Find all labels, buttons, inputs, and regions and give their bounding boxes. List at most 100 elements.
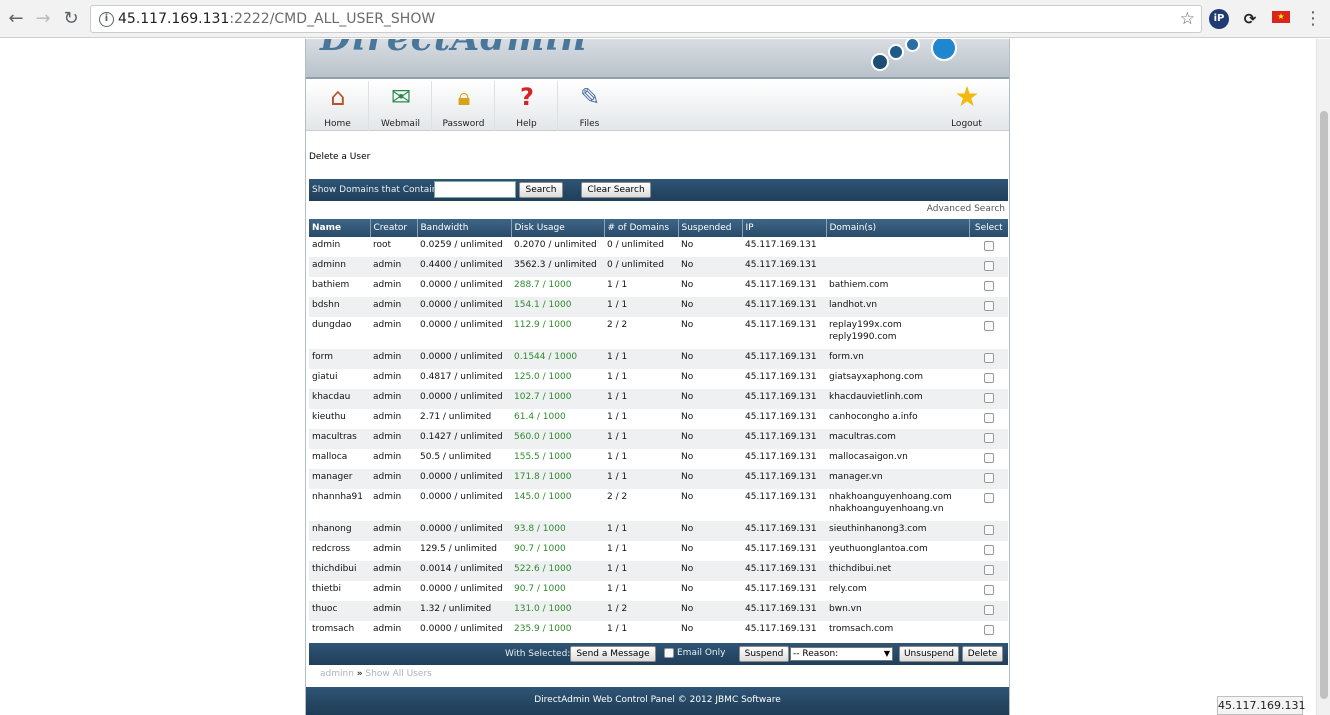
column-header-name[interactable]: Name [309,219,371,237]
cell-name: bathiem [312,280,350,290]
cell-ip: 45.117.169.131 [742,521,826,541]
row-select-checkbox[interactable] [983,493,994,503]
page-viewport: DirectAdmin ⌂ Home ✉ Webmail 🔒︎ Password… [0,39,1316,715]
row-select-checkbox[interactable] [983,353,994,363]
breadcrumb-show-all-users[interactable]: Show All Users [365,669,431,679]
cell-select [969,449,1008,469]
row-select-checkbox[interactable] [983,433,994,443]
cell-ip: 45.117.169.131 [745,372,817,382]
table-row: dungdao admin 0.0000 / unlimited 112.9 / 10… [309,317,1008,349]
row-select-checkbox[interactable] [983,585,994,595]
help-icon: ? [520,83,534,111]
with-selected-label: With Selected: [505,649,571,659]
toolbar-home[interactable]: ⌂ Home [306,81,369,131]
breadcrumb-separator: » [356,669,363,679]
row-select-checkbox[interactable] [983,625,994,635]
advanced-search-link[interactable]: Advanced Search [927,204,1005,214]
cell-ip: 45.117.169.131 [745,544,817,554]
cell-domains: macultras.com [826,429,969,449]
cell-domains-count: 1 / 2 [604,601,678,621]
delete-button[interactable]: Delete [962,646,1003,662]
menu-icon[interactable]: ⋮ [1302,8,1324,30]
row-select-checkbox[interactable] [983,473,994,483]
row-select-checkbox[interactable] [983,321,994,331]
cell-suspended: No [681,280,694,290]
row-select-checkbox[interactable] [983,545,994,555]
column-header-disk-usage[interactable]: Disk Usage [511,219,605,237]
domain-name: landhot.vn [829,300,878,310]
row-select-checkbox[interactable] [983,373,994,383]
url-path: :2222/CMD_ALL_USER_SHOW [229,11,436,27]
info-icon[interactable]: i [99,12,114,27]
row-select-checkbox[interactable] [983,525,994,535]
cell-domains: bwn.vn [826,601,969,621]
cell-domains-count: 2 / 2 [607,492,628,502]
table-row: khacdau admin 0.0000 / unlimited 102.7 / 10… [309,389,1008,409]
scrollbar-thumb[interactable] [1320,111,1328,699]
cell-suspended: No [681,412,694,422]
send-message-button[interactable]: Send a Message [570,646,656,662]
cell-select [969,369,1008,389]
sync-extension-icon[interactable]: ⟳ [1240,9,1260,29]
email-only-checkbox[interactable] [664,648,674,658]
cell-ip: 45.117.169.131 [745,412,817,422]
address-bar[interactable]: i 45.117.169.131:2222/CMD_ALL_USER_SHOW … [90,5,1202,33]
toolbar-help[interactable]: ? Help [495,81,558,131]
logo-bubble-icon [871,53,889,71]
row-select-checkbox[interactable] [983,453,994,463]
row-select-checkbox[interactable] [983,605,994,615]
row-select-checkbox[interactable] [983,393,994,403]
vietnam-flag-icon[interactable]: ★ [1272,11,1290,23]
url-text[interactable]: 45.117.169.131:2222/CMD_ALL_USER_SHOW [118,11,435,27]
unsuspend-button[interactable]: Unsuspend [899,646,959,662]
domain-name: khacdauvietlinh.com [829,392,923,402]
cell-domains: sieuthinhanong3.com [826,521,969,541]
row-select-checkbox[interactable] [983,565,994,575]
row-select-checkbox[interactable] [983,413,994,423]
suspend-button[interactable]: Suspend [739,646,789,662]
search-input[interactable] [434,181,516,198]
toolbar-logout[interactable]: ★ Logout [935,81,998,131]
home-icon: ⌂ [330,83,346,111]
column-header-creator[interactable]: Creator [370,219,418,237]
cell-domains: tromsach.com [826,621,969,641]
search-button[interactable]: Search [519,182,563,198]
cell-select [969,541,1008,561]
row-select-checkbox[interactable] [983,241,994,251]
clear-search-button[interactable]: Clear Search [581,182,651,198]
bookmark-star-icon[interactable]: ☆ [1180,9,1195,29]
back-arrow-icon[interactable]: ← [5,8,27,30]
cell-suspended: No [678,561,742,581]
cell-name: form [309,349,370,369]
row-select-checkbox[interactable] [983,301,994,311]
table-row: admin root 0.0259 / unlimited 0.2070 / unli… [309,237,1008,257]
reload-icon[interactable]: ↻ [60,8,82,30]
cell-suspended: No [678,429,742,449]
reason-select[interactable]: -- Reason: ▼ [790,647,893,661]
column-header-domains[interactable]: Domain(s) [826,219,970,237]
toolbar-help-label: Help [516,119,537,129]
ip-extension-icon[interactable]: iP [1209,9,1229,29]
column-header-ip[interactable]: IP [742,219,827,237]
vertical-scrollbar[interactable] [1316,39,1330,715]
cell-suspended: No [681,372,694,382]
cell-disk: 0.1544 / 1000 [511,349,604,369]
cell-bandwidth: 0.4400 / unlimited [417,257,511,277]
column-header-bandwidth[interactable]: Bandwidth [417,219,512,237]
toolbar-files[interactable]: ✎ Files [558,81,621,131]
toolbar-password[interactable]: 🔒︎ Password [432,81,495,131]
cell-domains-count: 1 / 1 [607,544,628,554]
row-select-checkbox[interactable] [983,281,994,291]
cell-creator: admin [370,601,417,621]
forward-arrow-icon[interactable]: → [32,8,54,30]
cell-name: malloca [312,452,348,462]
breadcrumb-user[interactable]: adminn [320,669,354,679]
cell-name: manager [309,469,370,489]
column-header-domain-count[interactable]: # of Domains [604,219,679,237]
toolbar-webmail[interactable]: ✉ Webmail [369,81,432,131]
table-row: thuoc admin 1.32 / unlimited 131.0 / 1000 1 … [309,601,1008,621]
status-ip-badge: 45.117.169.131 [1217,696,1305,715]
row-select-checkbox[interactable] [983,261,994,271]
cell-ip: 45.117.169.131 [742,257,826,277]
column-header-suspended[interactable]: Suspended [678,219,743,237]
